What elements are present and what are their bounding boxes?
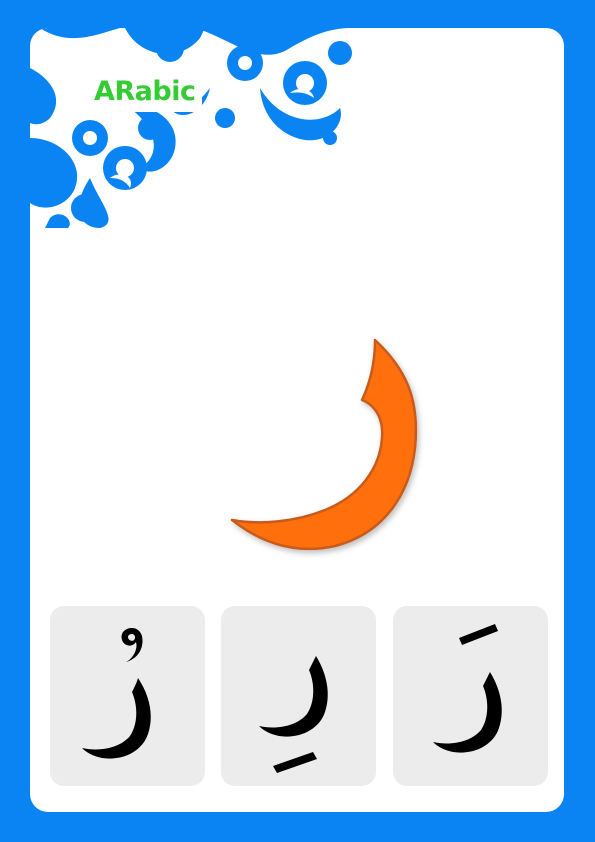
blue-swirl-ornament-icon [30, 28, 352, 228]
brand-label: ARabic [88, 72, 202, 112]
flashcard-page: ARabic [0, 0, 595, 842]
arabic-letter-ra-icon [230, 338, 418, 551]
flashcard: ARabic [30, 28, 564, 812]
tile-ra-kasra[interactable] [221, 606, 376, 786]
ra-with-fatha-icon [433, 624, 502, 753]
tile-ra-fatha[interactable] [393, 606, 548, 786]
ra-with-kasra-icon [259, 656, 328, 773]
tile-ra-damma[interactable] [50, 606, 205, 786]
ra-with-damma-icon [82, 628, 151, 759]
vowel-tiles [50, 606, 548, 786]
